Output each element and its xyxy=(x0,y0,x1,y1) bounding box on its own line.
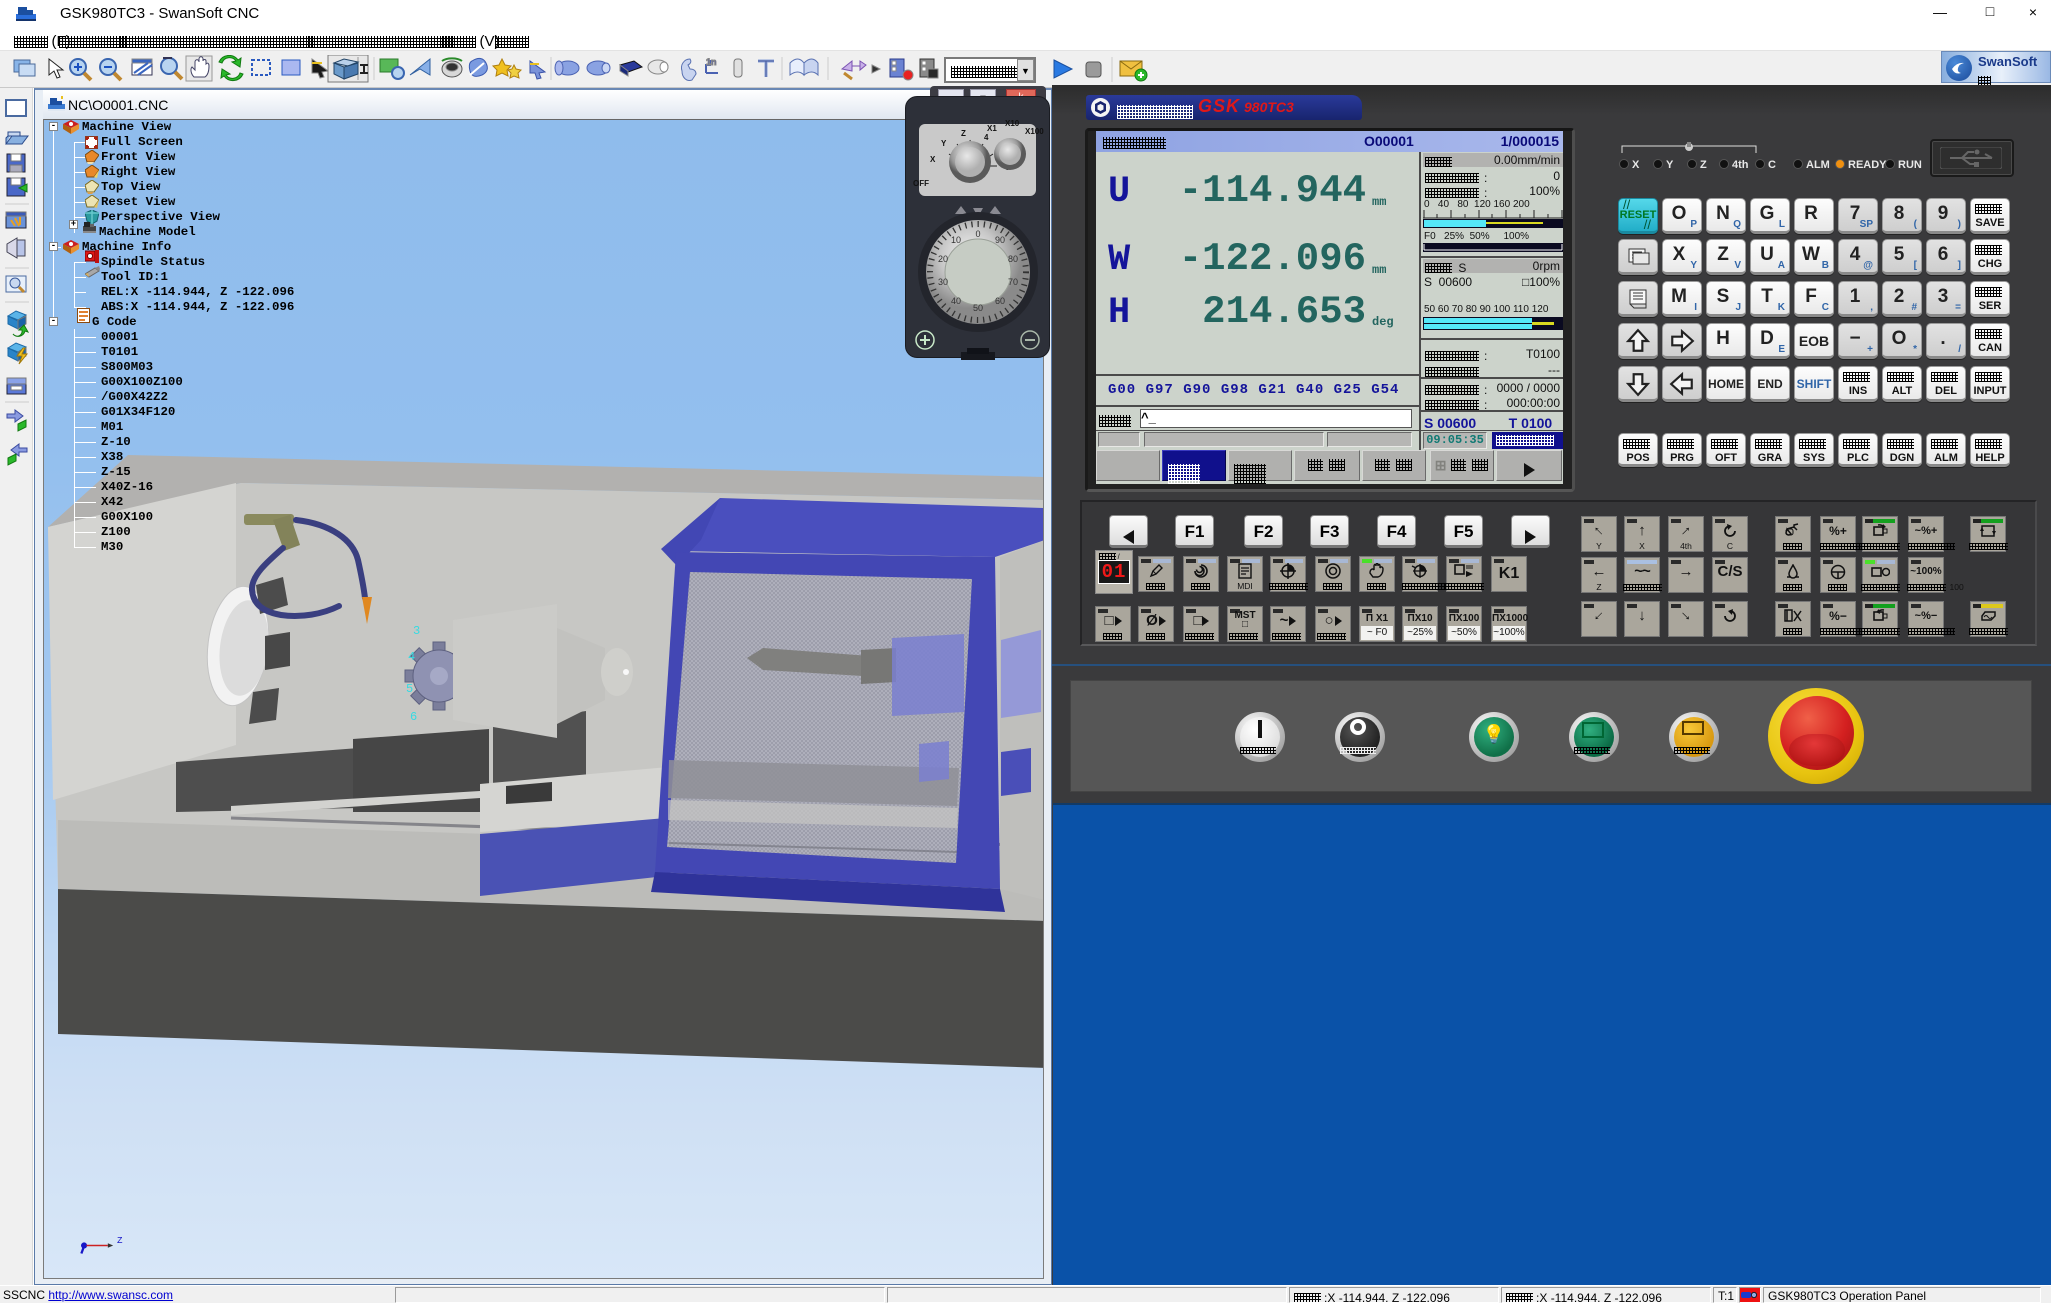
svg-text:4: 4 xyxy=(984,133,989,142)
svg-text:5: 5 xyxy=(406,682,413,696)
svg-text:1n: 1n xyxy=(706,57,717,67)
svg-text:READY: READY xyxy=(1848,159,1887,171)
svg-text:6: 6 xyxy=(410,710,417,724)
svg-text:Z: Z xyxy=(117,1235,123,1246)
svg-text:Y: Y xyxy=(1666,159,1674,171)
svg-text:40: 40 xyxy=(951,296,961,306)
svg-text:RUN: RUN xyxy=(1898,159,1922,171)
svg-text:30: 30 xyxy=(938,277,948,287)
svg-text:10: 10 xyxy=(951,235,961,245)
svg-text:60: 60 xyxy=(995,296,1005,306)
svg-text:50: 50 xyxy=(973,303,983,313)
svg-text:X: X xyxy=(1632,159,1640,171)
svg-text:Z: Z xyxy=(1700,159,1707,171)
svg-text:OFF: OFF xyxy=(913,179,929,188)
svg-text:X1: X1 xyxy=(987,124,997,133)
svg-text:70: 70 xyxy=(1008,277,1018,287)
svg-text:3: 3 xyxy=(413,624,420,638)
svg-text:C: C xyxy=(1768,159,1776,171)
svg-text:4: 4 xyxy=(408,650,415,664)
svg-text:X: X xyxy=(930,155,936,164)
svg-text:X10: X10 xyxy=(1005,119,1020,128)
svg-text:20: 20 xyxy=(938,254,948,264)
svg-text:X100: X100 xyxy=(1025,127,1044,136)
svg-text:Y: Y xyxy=(941,139,947,148)
svg-text:80: 80 xyxy=(1008,254,1018,264)
svg-text:90: 90 xyxy=(995,235,1005,245)
svg-text:Z: Z xyxy=(961,129,966,138)
svg-text:0: 0 xyxy=(975,229,980,239)
svg-text:4th: 4th xyxy=(1732,159,1749,171)
svg-text:ALM: ALM xyxy=(1806,159,1830,171)
